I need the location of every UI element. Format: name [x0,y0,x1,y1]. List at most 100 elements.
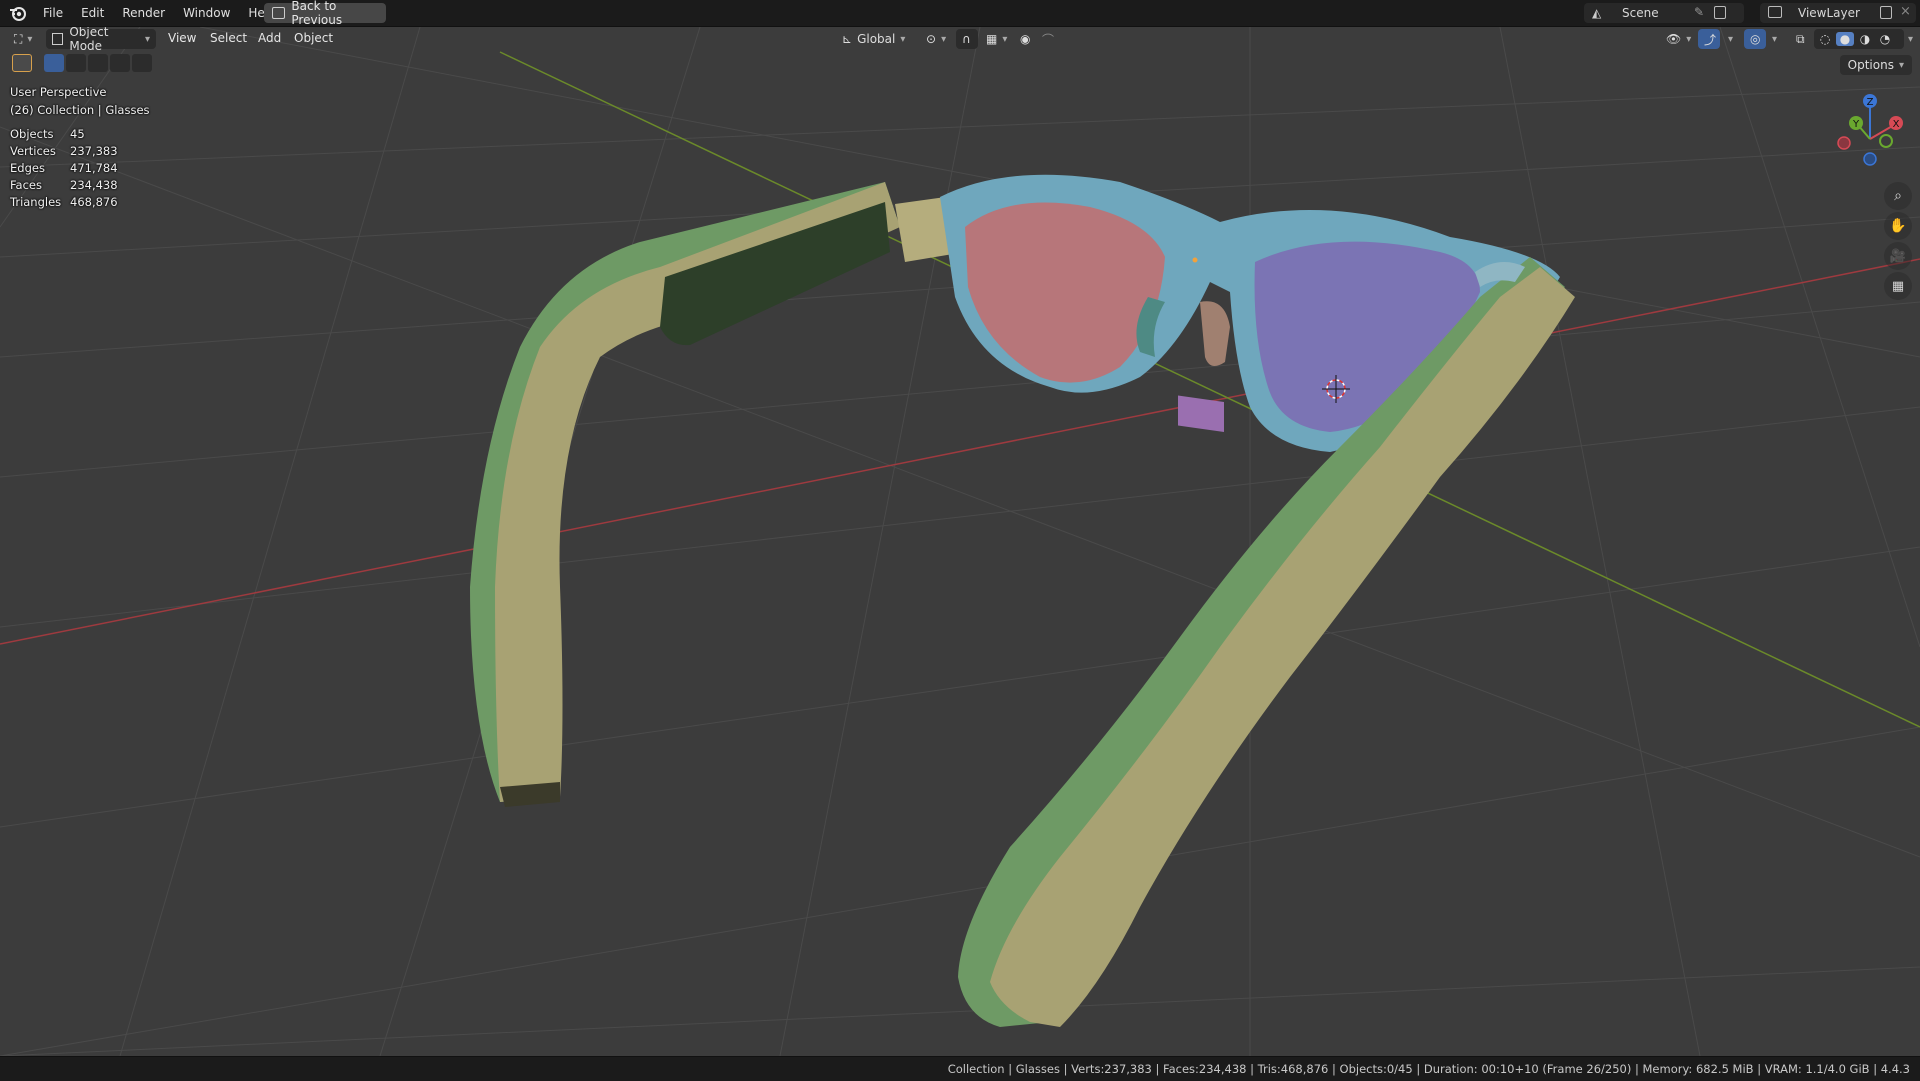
menu-file[interactable]: File [34,6,72,20]
gizmo-x-label: X [1893,119,1900,130]
editor-type-icon: ⛶ [14,31,23,46]
proportional-edit-toggle[interactable]: ◉ [1014,29,1034,49]
pivot-point-button[interactable]: ⊙ ▾ [920,29,950,49]
material-shading-icon[interactable]: ◑ [1856,32,1874,46]
back-to-previous-button[interactable]: Back to Previous [264,0,386,27]
rendered-shading-icon[interactable]: ◔ [1876,32,1894,46]
screen-icon [272,7,286,19]
scene-icon: ◭ [1592,6,1602,20]
gizmo-neg-y-axis[interactable] [1879,134,1893,148]
gizmo-z-label: Z [1867,97,1874,108]
select-mode-new-icon[interactable] [44,54,64,72]
stat-label: Faces [10,178,42,192]
floor-grid [0,27,1920,1056]
3d-viewport[interactable]: ⛶ ▾ Object Mode ▾ View Select Add Object ⊾… [0,27,1920,1056]
viewport-header: ⛶ ▾ Object Mode ▾ View Select Add Object ⊾… [0,27,1920,53]
navigation-gizmo[interactable]: Z X Y [1830,89,1910,189]
blender-logo-icon[interactable] [8,4,28,22]
gizmo-dropdown[interactable]: ▾ [1722,29,1738,49]
viewport-info-overlay: User Perspective (26) Collection | Glass… [10,85,150,212]
stat-value: 468,876 [70,195,118,209]
menu-view[interactable]: View [168,31,196,45]
viewport-scene [0,27,1920,1056]
proportional-edit-icon: ◉ [1020,32,1031,46]
snap-toggle[interactable]: ∩ [956,29,978,49]
stat-row: Edges 471,784 [10,161,150,178]
view-layer-name[interactable]: ViewLayer [1798,6,1860,20]
orientation-label: Global [857,32,896,46]
camera-view-button[interactable]: 🎥 [1884,242,1912,270]
stat-label: Triangles [10,195,62,209]
falloff-button[interactable]: ⌒ [1036,29,1062,49]
stat-row: Faces 234,438 [10,178,150,195]
menu-select[interactable]: Select [210,31,247,45]
gizmo-y-label: Y [1852,119,1860,130]
menu-add[interactable]: Add [258,31,281,45]
stat-value: 471,784 [70,161,118,175]
stat-row: Objects 45 [10,127,150,144]
object-origin-dot [1192,257,1198,263]
select-mode-intersect-icon[interactable] [132,54,152,72]
mode-label: Object Mode [69,27,109,53]
orientation-icon: ⊾ [842,32,853,46]
options-label: Options [1847,58,1894,72]
top-menu-bar: File Edit Render Window Help Back to Pre… [0,0,1920,27]
collection-line: (26) Collection | Glasses [10,103,150,117]
projection-toggle-button[interactable]: ▦ [1884,272,1912,300]
x-axis-line [0,258,1920,645]
left-temple-mesh[interactable] [470,182,965,807]
new-view-layer-icon[interactable] [1880,6,1892,19]
snap-grid-icon: ▦ [986,32,998,46]
menu-edit[interactable]: Edit [72,6,113,20]
menu-render[interactable]: Render [113,6,174,20]
tool-row [12,54,152,72]
mode-dropdown[interactable]: Object Mode ▾ [46,27,156,53]
editor-type-button[interactable]: ⛶ ▾ [8,29,40,49]
select-tool-icon[interactable] [12,54,32,72]
shading-modes: ◌ ● ◑ ◔ [1814,29,1904,49]
menu-object[interactable]: Object [294,31,333,45]
pan-view-button[interactable]: ✋ [1884,212,1912,240]
scene-name[interactable]: Scene [1622,6,1659,20]
back-to-previous-label: Back to Previous [291,0,343,27]
view-layer-icon [1768,6,1782,18]
stat-row: Vertices 237,383 [10,144,150,161]
scene-statistics: Objects 45 Vertices 237,383 Edges 471,784 F… [10,127,150,212]
stat-label: Objects [10,127,54,141]
xray-icon: ⧉ [1796,31,1805,46]
wireframe-shading-icon[interactable]: ◌ [1816,32,1834,46]
view-layer-selector[interactable]: ViewLayer × [1760,3,1916,23]
stat-value: 237,383 [70,144,118,158]
select-mode-subtract-icon[interactable] [88,54,108,72]
close-icon[interactable]: × [1900,4,1911,19]
gizmo-neg-z-axis[interactable] [1863,152,1877,166]
shading-dropdown[interactable]: ▾ [1902,29,1918,49]
new-scene-icon[interactable] [1714,6,1726,19]
object-mode-icon [52,33,64,45]
overlays-dropdown[interactable]: ▾ [1766,29,1782,49]
visibility-button[interactable]: 👁 ▾ [1660,29,1691,49]
xray-toggle[interactable]: ⧉ [1790,29,1810,49]
status-bar: Collection | Glasses | Verts:237,383 | F… [0,1056,1920,1081]
stat-value: 45 [70,127,85,141]
magnet-icon: ∩ [962,32,971,46]
eye-icon: 👁 [1666,32,1682,46]
snap-target-button[interactable]: ▦ ▾ [980,29,1008,49]
select-mode-invert-icon[interactable] [110,54,130,72]
options-dropdown[interactable]: Options ▾ [1839,55,1912,75]
overlays-icon: ◎ [1750,32,1761,46]
falloff-curve-icon: ⌒ [1042,32,1055,47]
gizmo-toggle[interactable]: ⤴ [1698,29,1720,49]
zoom-view-button[interactable]: ⌕ [1884,182,1912,210]
menu-window[interactable]: Window [174,6,239,20]
overlays-toggle[interactable]: ◎ [1744,29,1766,49]
pivot-icon: ⊙ [926,32,937,46]
orientation-dropdown[interactable]: ⊾ Global ▾ [836,29,912,49]
pin-icon[interactable]: ✎ [1694,5,1704,19]
camera-icon: 🎥 [1889,248,1907,264]
solid-shading-icon[interactable]: ● [1836,32,1854,46]
stat-label: Edges [10,161,45,175]
select-mode-extend-icon[interactable] [66,54,86,72]
scene-selector[interactable]: ◭ Scene ✎ [1584,3,1744,23]
gizmo-neg-x-axis[interactable] [1837,136,1851,150]
